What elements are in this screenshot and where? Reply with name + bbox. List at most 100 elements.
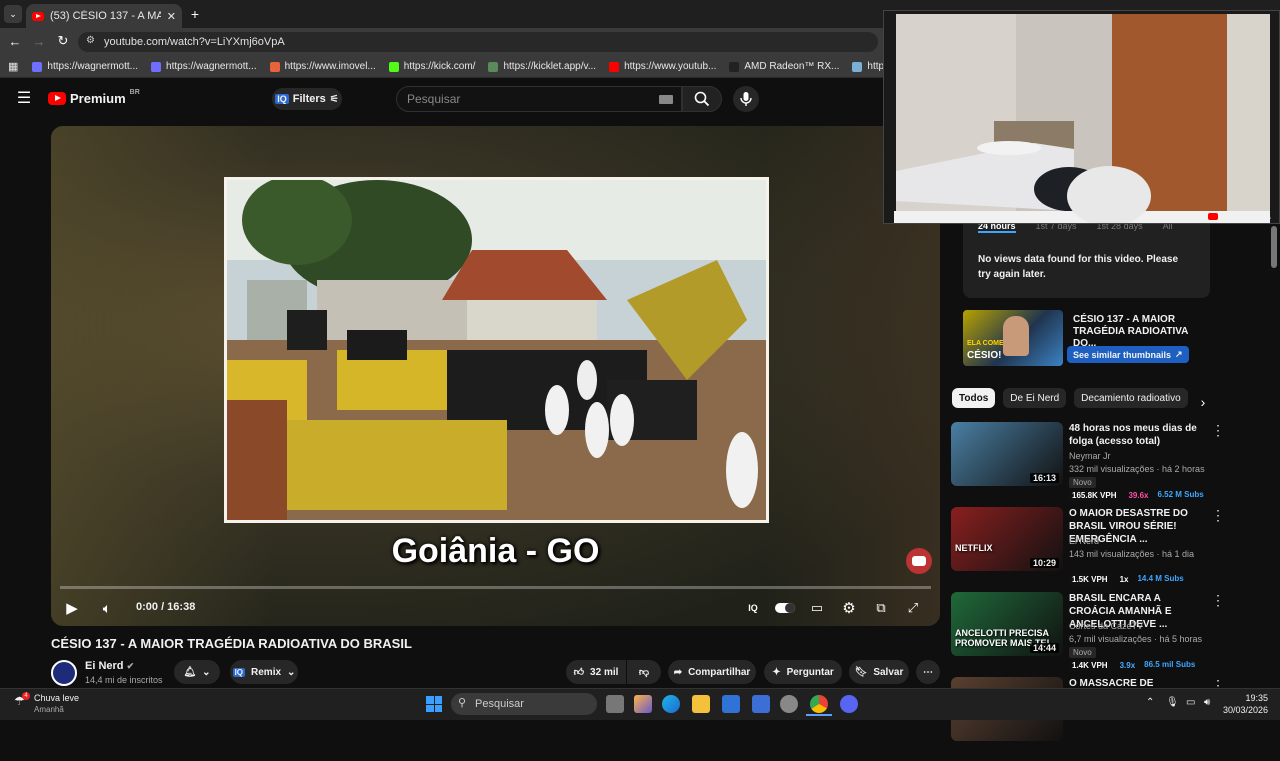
duration-badge: 10:29 [1029,558,1059,568]
ratio-value: 1x [1119,575,1129,584]
file-explorer-icon[interactable] [692,695,710,713]
store-icon[interactable] [722,695,740,713]
clock-time[interactable]: 19:35 [1228,693,1268,703]
ratio-value: 3.9x [1119,661,1136,670]
progress-bar[interactable] [60,586,931,589]
bookmark-item[interactable]: AMD Radeon™ RX... [729,61,839,72]
filter-chip[interactable]: Todos [952,388,996,408]
apps-grid-icon[interactable]: ▦ [8,60,18,73]
search-button[interactable] [682,86,722,112]
video-thumbnail[interactable]: NETFLIX 10:29 [951,507,1063,571]
recommended-video[interactable]: 16:13 48 horas nos meus dias de folga (ac… [951,422,1231,506]
save-button[interactable]: 🔖︎ Salvar [849,660,909,684]
video-player[interactable]: Goiânia - GO ▶ 🔈︎ 0:00 / 16:38 IQ ▭ ⚙ ⧉ … [51,126,940,626]
settings-gear-icon[interactable]: ⚙ [837,596,861,620]
taskbar-search[interactable]: ⚲ Pesquisar [451,693,597,715]
edge-icon[interactable] [662,695,680,713]
search-input[interactable]: Pesquisar [396,86,682,112]
miniplayer-icon[interactable]: ⧉ [869,596,893,620]
discord-icon[interactable] [840,695,858,713]
bookmark-favicon-icon [388,61,399,72]
recommended-channel[interactable]: Cortes da CazéTV [1069,620,1143,633]
new-tab-button[interactable]: + [188,5,202,23]
bookmark-favicon-icon [729,61,740,72]
chrome-icon[interactable] [810,695,828,713]
like-button[interactable]: 👍︎ 32 mil [566,660,626,684]
recommended-channel[interactable]: Ei Nerd [1069,535,1099,548]
recommended-meta: 6,7 mil visualizações · há 5 horas [1069,634,1203,644]
share-label: Compartilhar [688,666,751,678]
browser-tab-active[interactable]: (53) CÉSIO 137 - A MAIOR TRAG ✕ [26,4,182,28]
video-thumbnail[interactable]: 16:13 [951,422,1063,486]
keyboard-icon[interactable] [659,95,673,104]
bookmark-item[interactable]: https://kick.com/ [388,61,475,72]
tray-mic-icon[interactable]: 🎙︎ [1166,697,1179,708]
recommended-video[interactable]: ANCELOTTI PRECISA PROMOVER MAIS TE! 14:44… [951,592,1231,676]
bookmark-item[interactable]: https://wagnermott... [32,61,138,72]
autoplay-toggle[interactable] [773,596,797,620]
reload-icon[interactable]: ↻ [56,33,70,48]
bookmark-favicon-icon [852,61,863,72]
thumbnail-text: NETFLIX [955,543,993,553]
similar-thumbnails-button[interactable]: See similar thumbnails ↗ [1067,346,1189,363]
filter-chip[interactable]: Decamiento radioativo [1074,388,1188,408]
play-button[interactable]: ▶ [60,596,84,620]
menu-icon[interactable]: ☰ [16,90,32,107]
url-input[interactable]: ⚙ youtube.com/watch?v=LiYXmj6oVpA [78,32,878,52]
task-view-icon[interactable] [606,695,624,713]
similar-thumbnail[interactable]: ELA COMEU CÉSIO! [963,310,1063,366]
back-icon[interactable]: ← [8,34,22,49]
streamer-name: CAIO MOTTA [1221,212,1272,221]
tab-close-icon[interactable]: ✕ [167,10,176,23]
bookmark-item[interactable]: https://wagnermott... [151,61,257,72]
ask-button[interactable]: ✦ Perguntar [764,660,842,684]
bookmark-item[interactable]: https://www.youtub... [609,61,716,72]
tab-search-button[interactable]: ⌄ [4,5,22,23]
recommended-title[interactable]: 48 horas nos meus dias de folga (acesso … [1069,422,1209,448]
network-icon[interactable]: ▭ [1186,697,1195,708]
youtube-watermark-icon[interactable] [906,548,932,574]
more-options-icon[interactable]: ⋮ [1211,592,1225,609]
filter-chip[interactable]: De Ei Nerd [1003,388,1067,408]
notification-bell-button[interactable]: 🔔︎ ⌄ [174,660,220,684]
tray-chevron-icon[interactable]: ⌃ [1146,697,1154,708]
bookmark-item[interactable]: https://kicklet.app/v... [488,61,596,72]
weather-title: Chuva leve [34,693,80,703]
clock-date[interactable]: 30/03/2026 [1218,705,1268,715]
speaker-icon[interactable]: 🔊︎ [1204,697,1210,708]
more-actions-button[interactable]: ⋯ [916,660,940,684]
recommended-channel[interactable]: Neymar Jr [1069,450,1111,463]
vph-value: 1.5K VPH [1069,574,1111,585]
similar-button-label: See similar thumbnails [1073,349,1172,360]
copilot-icon[interactable] [634,695,652,713]
site-info-icon[interactable]: ⚙ [86,35,95,46]
voice-search-button[interactable] [733,86,759,112]
volume-icon[interactable]: 🔈︎ [95,596,119,620]
windows-start-icon[interactable] [426,696,442,712]
fullscreen-icon[interactable]: ⤢ [901,596,925,620]
app-icon[interactable] [780,695,798,713]
subscriber-count: 14,4 mi de inscritos [85,675,163,685]
bookmark-item[interactable]: https://www.imovel... [269,61,376,72]
scrollbar-thumb[interactable] [1271,226,1277,268]
extension-iq-icon[interactable]: IQ [741,596,765,620]
remix-button[interactable]: IQ Remix ⌄ [230,660,298,684]
dislike-button[interactable]: 👎︎ [627,660,661,684]
bookmark-icon: 🔖︎ [854,666,868,678]
mail-icon[interactable] [752,695,770,713]
filters-label: Filters [292,93,326,105]
youtube-premium-logo[interactable]: Premium BR [48,89,140,106]
subtitles-icon[interactable]: ▭ [805,596,829,620]
share-button[interactable]: ➦ Compartilhar [668,660,756,684]
filters-button[interactable]: IQ Filters ⚟ [272,88,342,110]
chevron-right-icon[interactable]: › [1196,394,1210,410]
more-options-icon[interactable]: ⋮ [1211,507,1225,524]
video-thumbnail[interactable]: ANCELOTTI PRECISA PROMOVER MAIS TE! 14:44 [951,592,1063,656]
channel-name[interactable]: Ei Nerd ✔ [85,660,134,672]
forward-icon[interactable]: → [32,34,46,49]
more-options-icon[interactable]: ⋮ [1211,422,1225,439]
subs-value: 6.52 M Subs [1157,490,1204,499]
channel-avatar[interactable] [51,660,77,686]
bookmark-label: https://www.imovel... [284,61,376,72]
recommended-video[interactable]: NETFLIX 10:29 O MAIOR DESASTRE DO BRASIL V… [951,507,1231,591]
